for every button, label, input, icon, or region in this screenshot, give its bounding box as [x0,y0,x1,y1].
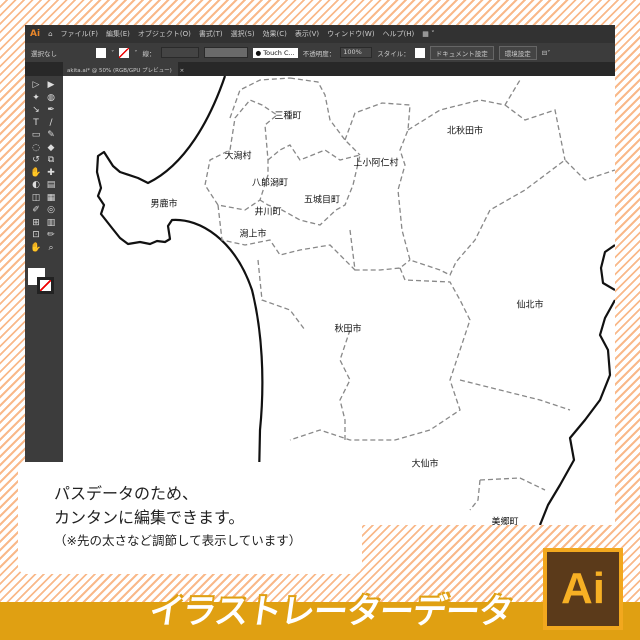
fill-swatch[interactable] [96,47,106,58]
selection-status: 選択なし [31,49,57,58]
tool-icon[interactable]: ⌕ [45,243,57,254]
menu-view[interactable]: 表示(V) [295,29,319,39]
opacity-label: 不透明度： [302,49,336,58]
tool-icon[interactable]: ✒ [45,105,57,116]
menu-select[interactable]: 選択(S) [231,29,255,39]
menu-file[interactable]: ファイル(F) [61,29,99,39]
tool-icon[interactable]: ⊡ [30,230,42,241]
banner-title: イラストレーターデータ [146,592,515,632]
tool-icon[interactable]: ✐ [30,205,42,216]
style-label: スタイル： [377,49,410,58]
brush-name: Touch C... [263,48,295,57]
tool-icon[interactable]: ✦ [30,93,42,104]
workspace-icon[interactable]: ▦ ˅ [422,30,434,38]
note-line-3: （※先の太さなど調節して表示しています） [54,533,302,548]
tool-icon[interactable]: ✋ [30,243,42,254]
style-swatch[interactable] [414,47,425,58]
tool-icon[interactable]: ↘ [30,105,42,116]
menu-edit[interactable]: 編集(E) [106,29,130,39]
menu-bar: Ai ⌂ ファイル(F) 編集(E) オブジェクト(O) 書式(T) 選択(S)… [25,25,615,43]
tool-icon[interactable]: ◆ [45,143,57,154]
map-label: 八郎潟町 [251,178,289,189]
note-line-1: パスデータのため、 [54,484,199,503]
map-label: 上小阿仁村 [353,158,399,169]
menu-effect[interactable]: 効果(C) [263,29,287,39]
document-settings-button[interactable]: ドキュメント設定 [429,45,494,60]
map-label: 三種町 [274,111,302,122]
map-label: 大仙市 [411,459,439,470]
illustrator-window: Ai ⌂ ファイル(F) 編集(E) オブジェクト(O) 書式(T) 選択(S)… [25,25,615,525]
map-label: 美郷町 [491,517,519,526]
tool-icon[interactable]: ✋ [30,168,42,179]
close-icon[interactable]: × [180,68,185,74]
tool-icon[interactable]: T [30,118,42,129]
brush-select[interactable]: ● Touch C... [252,47,298,58]
menu-type[interactable]: 書式(T) [199,29,223,39]
tool-icon[interactable]: ✚ [45,168,57,179]
tool-icon[interactable]: ▤ [45,180,57,191]
tool-icon[interactable]: ◐ [30,180,42,191]
tool-icon[interactable]: ▦ [45,193,57,204]
tool-icon[interactable]: ↺ [30,155,42,166]
tool-icon[interactable]: ◌ [30,143,42,154]
tool-icon[interactable]: ▶ [45,80,57,91]
map-label: 井川町 [254,207,282,218]
tool-icon[interactable]: ✏ [45,230,57,241]
map-label: 秋田市 [334,324,362,335]
tab-bar: akita.ai* @ 50% (RGB/GPU プレビュー) × [25,62,615,76]
control-bar: 選択なし ˅ ˅ 線： ● Touch C... 不透明度： 100% スタイル… [25,43,615,62]
tool-icon[interactable]: ▥ [45,218,57,229]
home-icon[interactable]: ⌂ [48,30,52,38]
stroke-color-box[interactable] [37,277,54,294]
opacity-input[interactable]: 100% [340,47,373,58]
chevron-down-icon[interactable]: ˅ [134,49,137,57]
note-line-2: カンタンに編集できます。 [54,508,245,527]
stroke-weight-input[interactable] [160,47,199,58]
tool-icon[interactable]: / [45,118,57,129]
app-logo: Ai [30,29,41,39]
map-label: 潟上市 [239,229,267,240]
arrange-icon[interactable]: ⊟˅ [542,49,551,57]
tool-icon[interactable]: ⧉ [45,155,57,166]
menu-object[interactable]: オブジェクト(O) [138,29,191,39]
map-label: 仙北市 [516,300,544,311]
map-label: 五城目町 [303,195,341,206]
tool-icon[interactable]: ▷ [30,80,42,91]
map-label: 北秋田市 [446,126,484,137]
tools-panel: ▷ ▶ ✦ ◍ ↘ ✒ T / ▭ ✎ ◌ ◆ ↺ ⧉ ✋ ✚ ◐ ▤ ◫ ▦ ✐ ◎ ⊞ ▥ ⊡ ✏ ✋ ⌕ [25,76,63,525]
tool-icon[interactable]: ▭ [30,130,42,141]
info-callout: パスデータのため、 カンタンに編集できます。 （※先の太さなど調節して表示してい… [18,462,362,574]
menu-window[interactable]: ウィンドウ(W) [327,29,374,39]
chevron-down-icon[interactable]: ˅ [111,49,114,57]
illustrator-logo: Ai [543,548,623,630]
coastline-east [538,244,615,525]
menu-help[interactable]: ヘルプ(H) [383,29,415,39]
stroke-label: 線： [142,49,156,58]
tool-icon[interactable]: ◎ [45,205,57,216]
coastline-north [95,76,264,525]
tool-icon[interactable]: ◍ [45,93,57,104]
tab-title: akita.ai* @ 50% (RGB/GPU プレビュー) [67,68,172,74]
tool-icon[interactable]: ⊞ [30,218,42,229]
stroke-swatch[interactable] [119,47,130,58]
preferences-button[interactable]: 環境設定 [498,45,537,60]
map-label: 大潟村 [224,151,252,162]
artboard-canvas[interactable]: 三種町北秋田市大潟村上小阿仁村八郎潟町五城目町 男鹿市井川町潟上市仙北市秋田市大仙… [63,76,615,525]
map-label: 男鹿市 [150,199,178,210]
tool-icon[interactable]: ◫ [30,193,42,204]
tool-icon[interactable]: ✎ [45,130,57,141]
variable-width-select[interactable] [203,47,248,58]
document-tab[interactable]: akita.ai* @ 50% (RGB/GPU プレビュー) × [63,62,184,76]
